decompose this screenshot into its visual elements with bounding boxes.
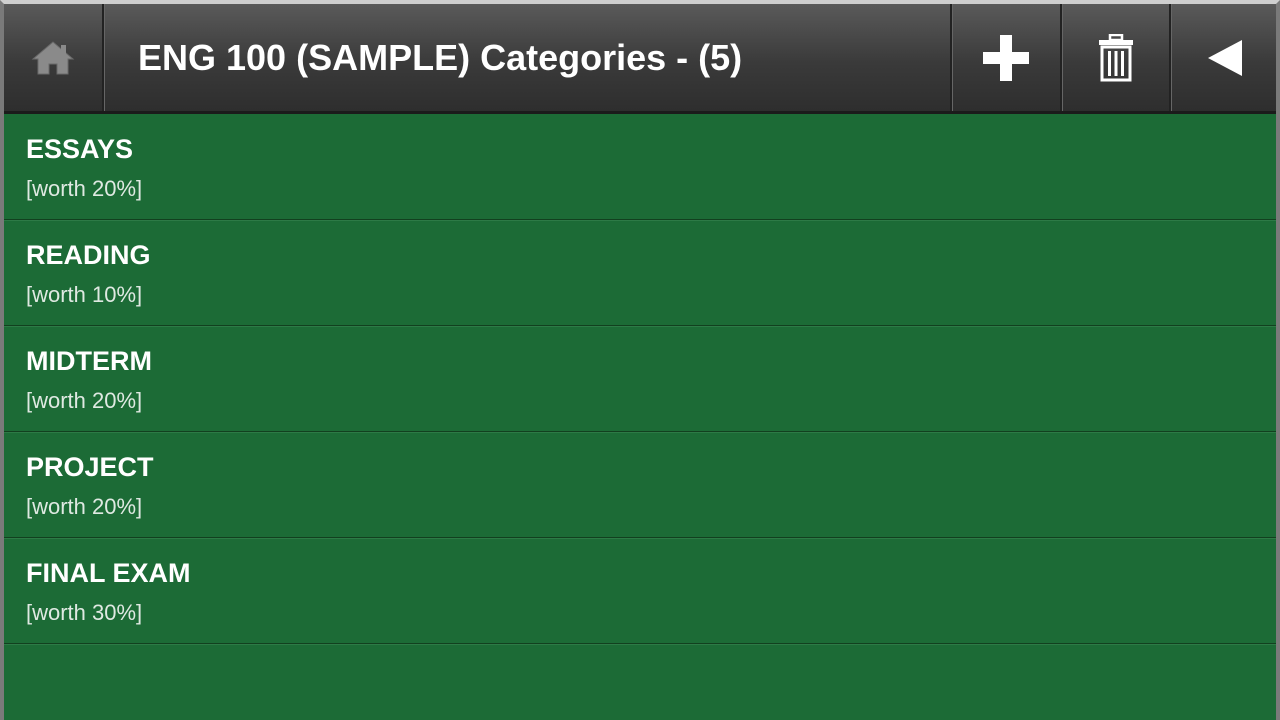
back-button[interactable] (1169, 4, 1278, 111)
category-row[interactable]: PROJECT [worth 20%] (4, 432, 1276, 538)
back-arrow-icon (1207, 39, 1242, 76)
trash-icon (1099, 33, 1133, 81)
category-weight: [worth 20%] (26, 388, 143, 413)
category-row[interactable]: ESSAYS [worth 20%] (4, 114, 1276, 220)
category-name: FINAL EXAM (26, 558, 191, 588)
app-window: ENG 100 (SAMPLE) Categories - (5) ESSAYS… (0, 0, 1280, 720)
home-button[interactable] (4, 4, 104, 111)
category-list: ESSAYS [worth 20%] READING [worth 10%] M… (4, 114, 1276, 644)
page-title: ENG 100 (SAMPLE) Categories - (5) (138, 37, 743, 78)
plus-icon (983, 34, 1029, 81)
category-weight: [worth 20%] (26, 176, 143, 201)
delete-button[interactable] (1060, 4, 1170, 111)
add-category-button[interactable] (950, 4, 1060, 111)
home-icon (31, 40, 75, 74)
category-name: ESSAYS (26, 134, 134, 164)
category-weight: [worth 30%] (26, 600, 143, 625)
category-row[interactable]: FINAL EXAM [worth 30%] (4, 538, 1276, 644)
category-name: MIDTERM (26, 346, 152, 376)
category-weight: [worth 10%] (26, 282, 143, 307)
category-row[interactable]: MIDTERM [worth 20%] (4, 326, 1276, 432)
top-toolbar: ENG 100 (SAMPLE) Categories - (5) (4, 4, 1276, 114)
category-weight: [worth 20%] (26, 494, 143, 519)
category-name: PROJECT (26, 452, 154, 482)
category-name: READING (26, 240, 151, 270)
category-row[interactable]: READING [worth 10%] (4, 220, 1276, 326)
